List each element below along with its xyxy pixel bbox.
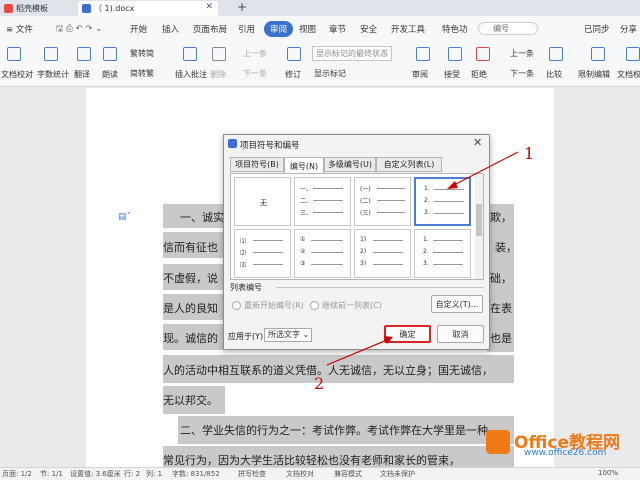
status-setting: 设置值: 3.6厘米 xyxy=(70,470,121,478)
zoom-level[interactable]: 100% xyxy=(598,469,618,477)
compat-mode: 兼容模式 xyxy=(334,470,362,478)
status-row: 行: 2 xyxy=(124,470,141,478)
arrow-2-line xyxy=(326,339,388,366)
arrow-1-line xyxy=(451,151,519,187)
protection-status[interactable]: 文档未保护 xyxy=(380,469,415,479)
proofread-status-button[interactable]: 文档校对 xyxy=(286,469,314,479)
status-column: 列: 1 xyxy=(146,470,163,478)
arrow-2-head xyxy=(384,336,393,344)
status-page[interactable]: 页面: 1/2 xyxy=(2,469,32,479)
annotation-step-1: 1 xyxy=(524,144,535,163)
annotation-arrows xyxy=(326,151,519,366)
office-logo-icon xyxy=(486,430,510,454)
status-word-count[interactable]: 字数: 831/852 xyxy=(172,469,220,479)
arrow-1-head xyxy=(447,181,458,189)
annotation-step-2: 2 xyxy=(314,374,325,393)
spell-check-button[interactable]: 拼写检查 xyxy=(238,469,266,479)
watermark-url: www.office26.com xyxy=(524,448,607,458)
status-bar: 页面: 1/2 节: 1/1 设置值: 3.6厘米 行: 2 列: 1 字数: … xyxy=(0,467,640,480)
status-section: 节: 1/1 xyxy=(40,470,63,478)
